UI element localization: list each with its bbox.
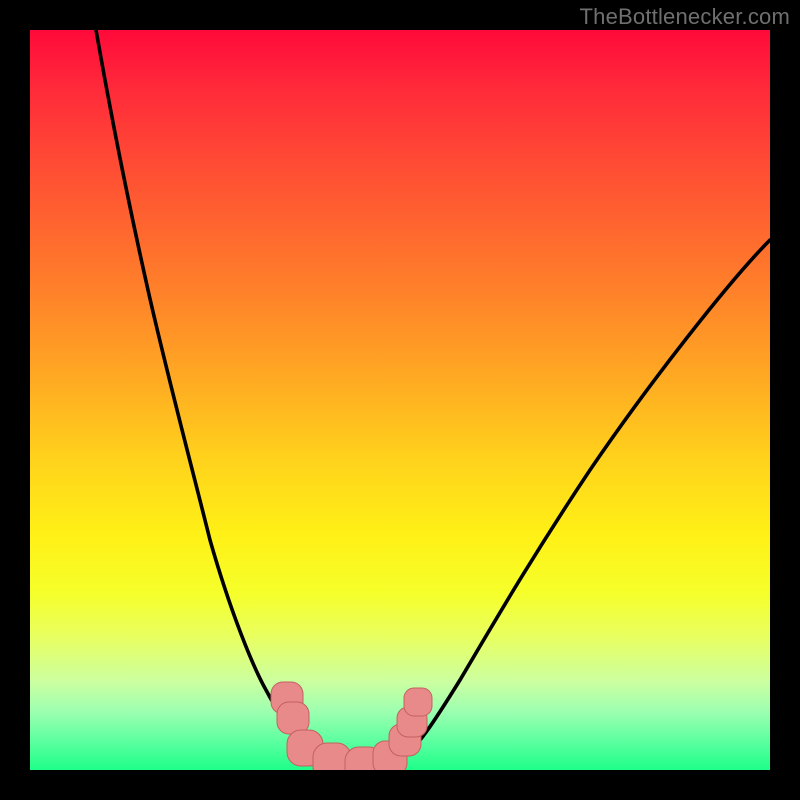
watermark-text: TheBottlenecker.com — [580, 4, 790, 30]
bottleneck-curve — [96, 30, 770, 768]
marker-point — [404, 688, 432, 716]
curve-layer — [30, 30, 770, 770]
marker-point — [277, 702, 309, 734]
valley-markers — [271, 682, 432, 770]
chart-frame: TheBottlenecker.com — [0, 0, 800, 800]
plot-area — [30, 30, 770, 770]
